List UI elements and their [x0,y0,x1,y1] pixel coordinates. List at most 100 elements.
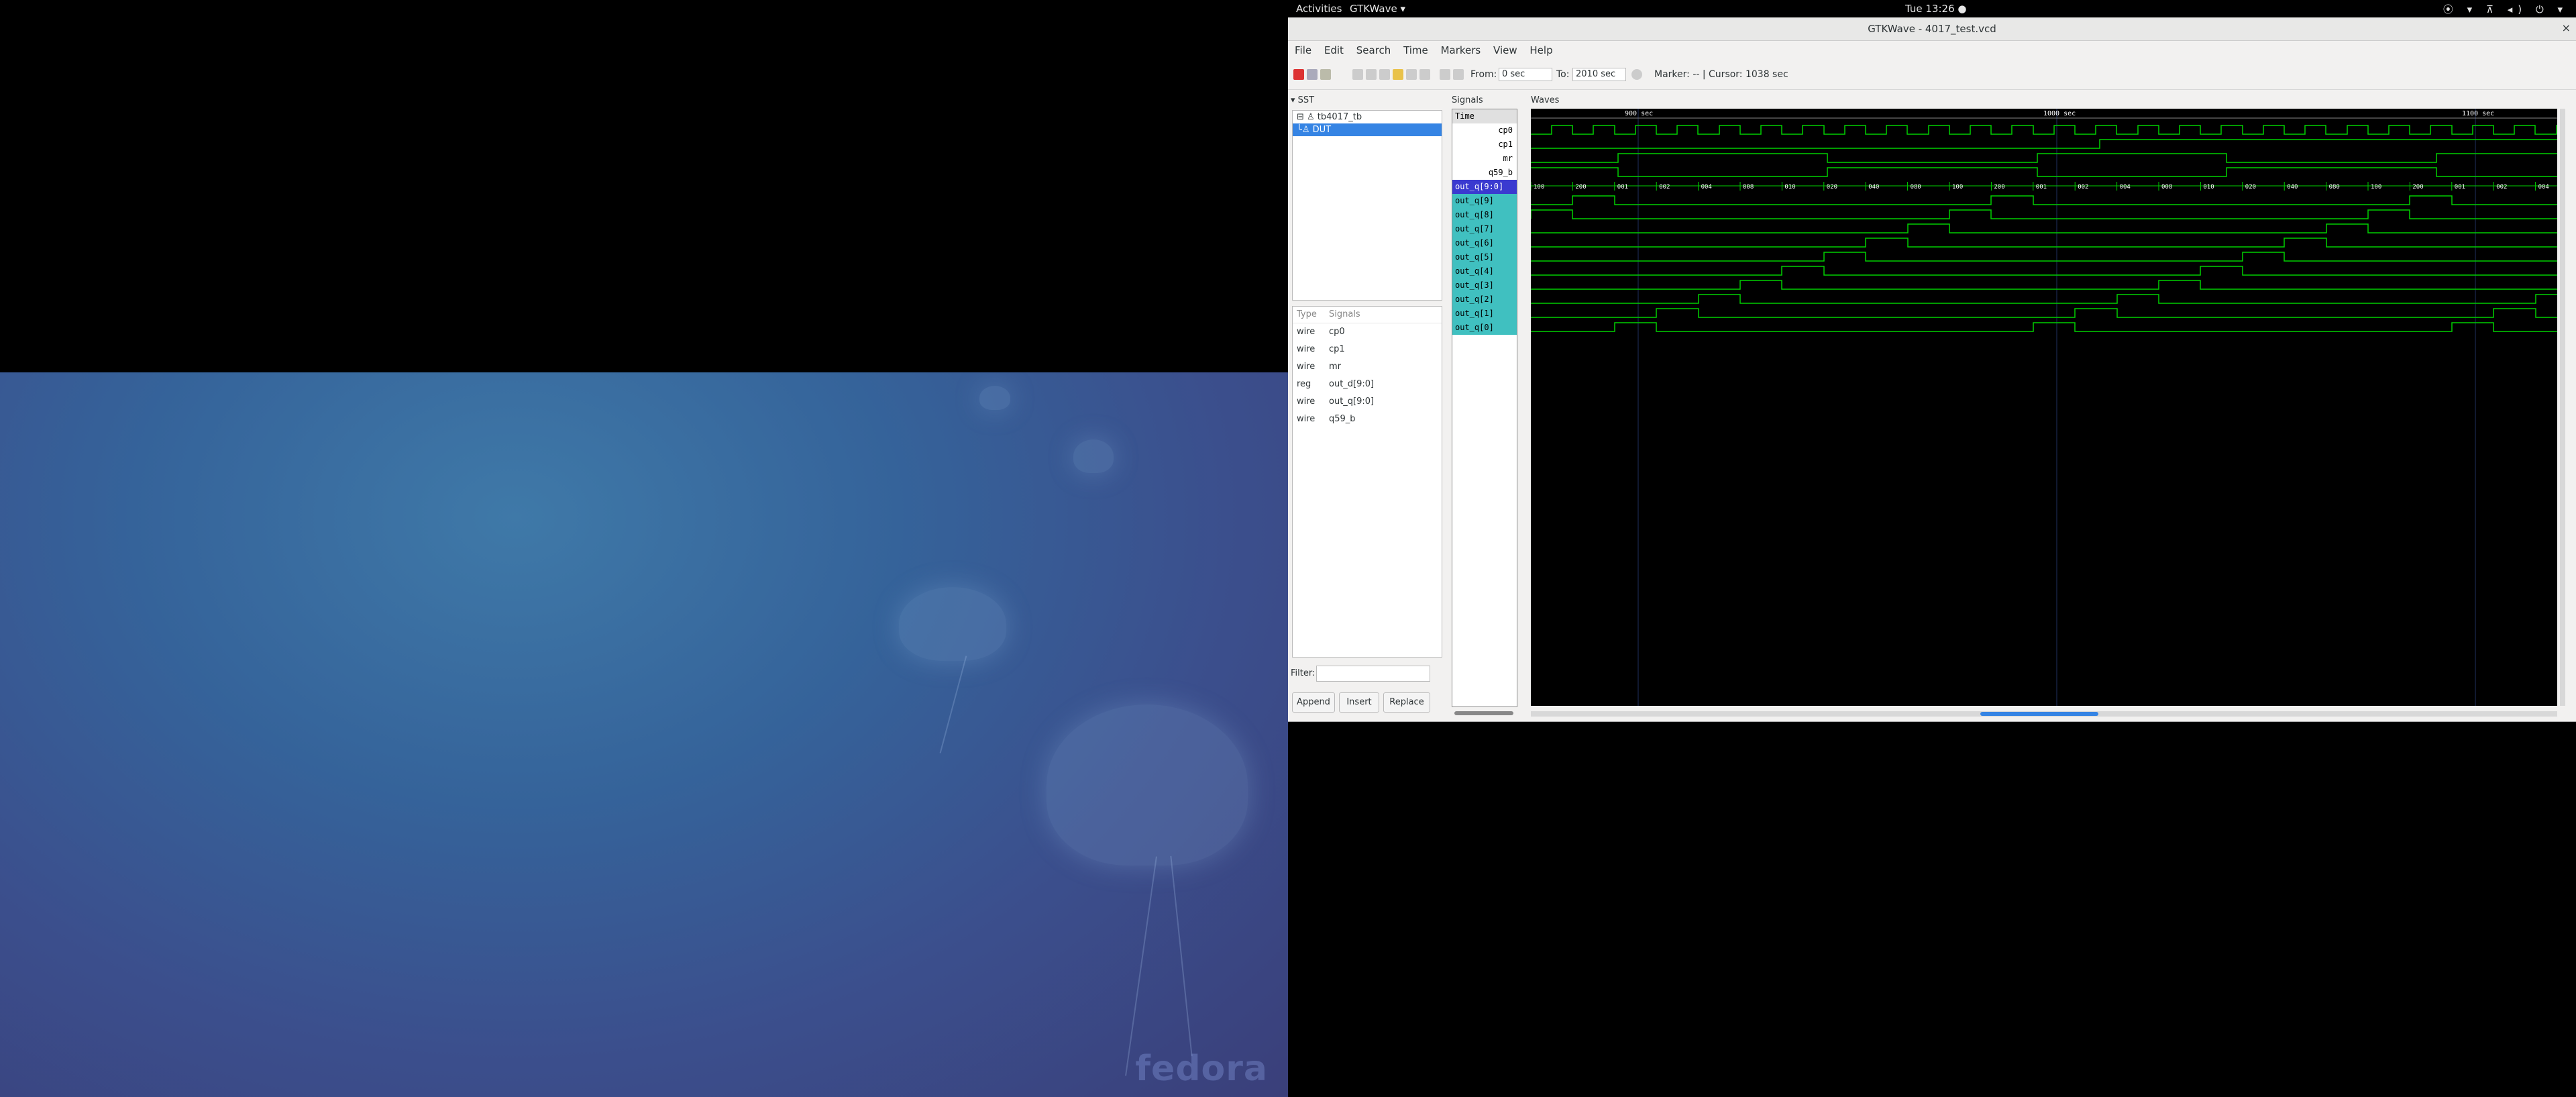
append-button[interactable]: Append [1292,692,1335,713]
signal-name-out-q4[interactable]: out_q[4] [1452,264,1517,278]
signal-row[interactable]: wire cp0 [1293,323,1442,341]
bus-value-label: 040 [1868,184,1879,191]
window-titlebar[interactable]: GTKWave - 4017_test.vcd × [1288,17,2576,41]
signal-row[interactable]: wire mr [1293,358,1442,376]
undo-zoom-icon[interactable] [1393,69,1403,80]
signal-name-out-q7[interactable]: out_q[7] [1452,222,1517,236]
col-type[interactable]: Type [1293,307,1329,323]
menu-edit[interactable]: Edit [1324,44,1344,56]
menu-help[interactable]: Help [1529,44,1552,56]
zoom-out-icon[interactable] [1379,69,1390,80]
waves-vscroll[interactable] [2560,109,2565,706]
signal-type: wire [1297,344,1316,354]
signal-name: out_d[9:0] [1329,379,1375,389]
signal-name-out-q3[interactable]: out_q[3] [1452,278,1517,293]
to-field[interactable]: 2010 sec [1572,68,1626,81]
bus-value-label: 100 [1952,184,1963,191]
tree-item-tb4017-tb[interactable]: ⊟ ♙ tb4017_tb [1293,111,1442,123]
menu-markers[interactable]: Markers [1441,44,1481,56]
bus-value-label: 040 [2287,184,2298,191]
system-tray[interactable]: ⦿ ▾ ⊼ ◂) ⏻ ▾ [2443,2,2568,16]
waveform-trace [1531,209,2557,219]
waves-hscroll[interactable] [1531,711,2557,717]
waveform-trace [1531,308,2557,318]
from-field[interactable]: 0 sec [1499,68,1552,81]
sst-header[interactable]: ▾ SST [1291,95,1314,105]
desktop-black-area-right [1288,721,2576,1097]
signal-name-time: Time [1452,109,1517,123]
menu-file[interactable]: File [1295,44,1311,56]
waveform-trace [1531,266,2557,276]
waveform-trace [1531,280,2557,290]
bus-value-label: 100 [2371,184,2381,191]
menu-view[interactable]: View [1493,44,1517,56]
next-edge-icon[interactable] [1453,69,1464,80]
bus-value-label: 004 [2538,184,2549,191]
app-menu[interactable]: GTKWave ▾ [1350,3,1405,15]
bus-value-label: 020 [2245,184,2256,191]
clock[interactable]: Tue 13:26 ● [1905,3,1966,15]
bus-value-label: 002 [2078,184,2088,191]
signal-name: out_q[9:0] [1329,397,1375,407]
zoom-in-icon[interactable] [1366,69,1377,80]
bus-value-label: 001 [1617,184,1628,191]
activities-button[interactable]: Activities [1296,3,1342,15]
waveform-trace [1531,195,2557,205]
menu-time[interactable]: Time [1403,44,1428,56]
waves-hscroll-thumb[interactable] [1980,712,2098,716]
tree-item-dut[interactable]: └♙ DUT [1293,123,1442,136]
zoom-begin-icon[interactable] [1406,69,1417,80]
signal-row[interactable]: wire out_q[9:0] [1293,393,1442,411]
signal-name-cp1[interactable]: cp1 [1452,138,1517,152]
waveform-trace [1531,153,2557,163]
gnome-top-bar: Activities GTKWave ▾ Tue 13:26 ● ⦿ ▾ ⊼ ◂… [1288,0,2576,17]
sst-tree: ⊟ ♙ tb4017_tb └♙ DUT [1292,110,1442,301]
signal-name-cp0[interactable]: cp0 [1452,123,1517,138]
cut-icon[interactable] [1293,69,1304,80]
signal-name-out-q5[interactable]: out_q[5] [1452,250,1517,264]
signal-name: q59_b [1329,414,1356,424]
col-signals[interactable]: Signals [1329,309,1360,319]
bus-value-label: 080 [2329,184,2340,191]
insert-button[interactable]: Insert [1339,692,1379,713]
signal-name-mr[interactable]: mr [1452,152,1517,166]
signal-name-out-q0[interactable]: out_q[0] [1452,321,1517,335]
bus-value-label: 008 [1743,184,1754,191]
fedora-logo: fedora [1135,1049,1268,1089]
toolbar: From: 0 sec To: 2010 sec Marker: -- | Cu… [1288,60,2576,90]
signal-type: wire [1297,362,1316,372]
jellyfish-tentacle [1170,855,1193,1057]
zoom-end-icon[interactable] [1419,69,1430,80]
zoom-fit-icon[interactable] [1352,69,1363,80]
jellyfish-shape [979,386,1010,410]
signal-name-q59-b[interactable]: q59_b [1452,166,1517,180]
reload-icon[interactable] [1631,69,1642,80]
bus-value-label: 010 [2203,184,2214,191]
waveform-trace [1531,238,2557,248]
signal-name-out-q1[interactable]: out_q[1] [1452,307,1517,321]
signal-name-out-q-bus[interactable]: out_q[9:0] [1452,180,1517,194]
prev-edge-icon[interactable] [1440,69,1450,80]
replace-button[interactable]: Replace [1383,692,1430,713]
menu-search[interactable]: Search [1356,44,1391,56]
signal-name-out-q6[interactable]: out_q[6] [1452,236,1517,250]
waveform-canvas[interactable]: 900 sec 1000 sec 1100 sec 100 200 001 002 004 00… [1531,109,2557,706]
copy-icon[interactable] [1307,69,1318,80]
signal-name: cp1 [1329,344,1345,354]
paste-icon[interactable] [1320,69,1331,80]
signal-name-out-q2[interactable]: out_q[2] [1452,293,1517,307]
desktop-black-area [0,0,1288,372]
bus-value-label: 002 [2496,184,2507,191]
signals-hscroll[interactable] [1454,711,1513,715]
close-icon[interactable]: × [2562,21,2571,34]
bus-value-label: 001 [2455,184,2465,191]
signal-row[interactable]: wire cp1 [1293,341,1442,358]
filter-input[interactable] [1316,666,1430,682]
signal-name-out-q9[interactable]: out_q[9] [1452,194,1517,208]
signal-row[interactable]: reg out_d[9:0] [1293,376,1442,393]
jellyfish-shape [1046,704,1248,866]
waveform-trace [1531,322,2557,332]
waves-panel[interactable]: 900 sec 1000 sec 1100 sec 100 200 001 002 004 00… [1531,109,2557,706]
signal-row[interactable]: wire q59_b [1293,411,1442,428]
signal-name-out-q8[interactable]: out_q[8] [1452,208,1517,222]
